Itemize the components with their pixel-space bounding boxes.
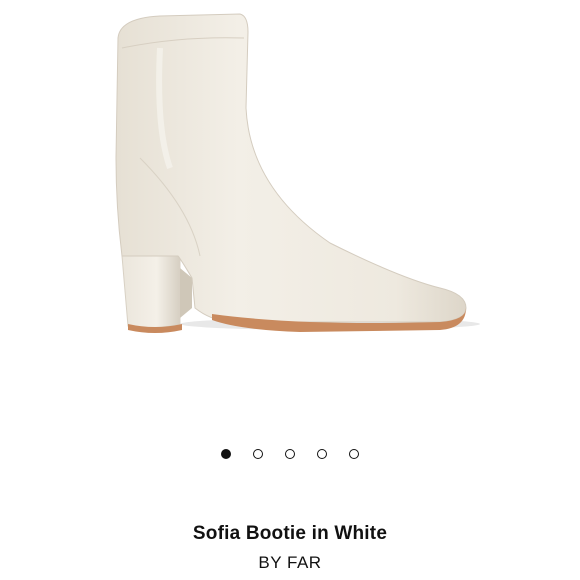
carousel-dot-5[interactable]	[349, 449, 359, 459]
carousel-dot-1[interactable]	[221, 449, 231, 459]
product-image-gallery[interactable]	[0, 0, 580, 420]
carousel-dot-4[interactable]	[317, 449, 327, 459]
carousel-dot-3[interactable]	[285, 449, 295, 459]
product-brand[interactable]: BY FAR	[0, 553, 580, 573]
product-title: Sofia Bootie in White	[192, 523, 388, 544]
carousel-dot-2[interactable]	[253, 449, 263, 459]
product-image[interactable]	[100, 8, 480, 348]
carousel-pagination	[0, 449, 580, 459]
